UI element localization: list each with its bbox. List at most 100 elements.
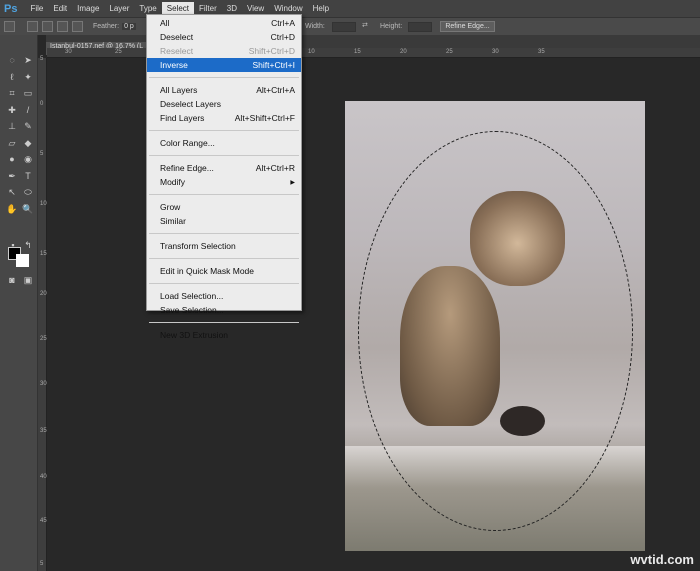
menu-separator xyxy=(149,316,299,323)
pen-icon[interactable]: ✒ xyxy=(6,171,18,181)
hand-icon[interactable]: ✋ xyxy=(6,204,18,214)
magic-wand-icon[interactable]: ✦ xyxy=(22,72,34,82)
zoom-icon[interactable]: 🔍 xyxy=(22,204,34,214)
brush-icon[interactable]: / xyxy=(22,105,34,115)
marquee-icon[interactable]: ◌ xyxy=(6,55,18,65)
menu-item-label: Similar xyxy=(160,216,186,226)
vertical-ruler[interactable]: 5 0 5 10 15 20 25 30 35 40 45 5 xyxy=(38,56,47,571)
menu-item-shortcut: Ctrl+D xyxy=(270,32,295,42)
menu-item-all[interactable]: All Ctrl+A xyxy=(147,16,301,30)
menu-item-refine-edge[interactable]: Refine Edge... Alt+Ctrl+R xyxy=(147,161,301,175)
menu-item-label: Modify xyxy=(160,177,186,187)
menu-item-label: Deselect xyxy=(160,32,194,42)
horizontal-ruler[interactable]: 3025505101520253035 xyxy=(47,48,700,58)
menu-separator xyxy=(149,124,299,131)
path-select-icon[interactable]: ↖ xyxy=(6,187,18,197)
subtract-selection-button[interactable] xyxy=(57,21,68,32)
lasso-icon[interactable]: ℓ xyxy=(6,72,18,82)
menu-item-inverse[interactable]: Inverse Shift+Ctrl+I xyxy=(147,58,301,72)
ruler-tick-label: 45 xyxy=(40,518,47,524)
swap-colors-icon[interactable]: ↰ xyxy=(22,240,34,250)
ruler-tick-label: 40 xyxy=(40,474,47,480)
menu-item-shortcut: Alt+Shift+Ctrl+F xyxy=(234,113,295,123)
screen-mode-icon[interactable]: ▣ xyxy=(22,275,34,285)
blur-icon[interactable]: ● xyxy=(6,154,18,164)
menu-item-label: Transform Selection xyxy=(160,241,236,251)
move-icon[interactable]: ➤ xyxy=(22,55,34,65)
menu-item-shortcut: Ctrl+A xyxy=(271,18,295,28)
menu-item-modify[interactable]: Modify ▶ xyxy=(147,175,301,189)
menu-file[interactable]: File xyxy=(25,2,48,15)
stamp-icon[interactable]: ⊥ xyxy=(6,121,18,131)
ruler-tick-label: 15 xyxy=(354,49,361,55)
intersect-selection-button[interactable] xyxy=(72,21,83,32)
ruler-tick-label: 25 xyxy=(40,336,47,342)
feather-label: Feather: xyxy=(93,23,120,30)
cat-photo-canvas[interactable] xyxy=(345,101,645,551)
height-input[interactable] xyxy=(408,21,432,32)
menu-item-deselect-layers[interactable]: Deselect Layers xyxy=(147,97,301,111)
height-label: Height: xyxy=(380,23,403,30)
new-selection-button[interactable] xyxy=(27,21,38,32)
menu-layer[interactable]: Layer xyxy=(104,2,134,15)
elliptical-selection-marquee xyxy=(358,131,633,531)
menu-item-find-layers[interactable]: Find Layers Alt+Shift+Ctrl+F xyxy=(147,111,301,125)
feather-input[interactable]: 0 p xyxy=(122,23,136,30)
document-tab-bar: Istanbul-0157.nef @ 16.7% (L xyxy=(46,35,700,55)
refine-edge-button[interactable]: Refine Edge... xyxy=(440,21,495,32)
ruler-tick-label: 25 xyxy=(115,49,122,55)
menu-item-shortcut: Alt+Ctrl+R xyxy=(255,163,295,173)
eraser-icon[interactable]: ▱ xyxy=(6,138,18,148)
type-icon[interactable]: T xyxy=(22,171,34,181)
history-brush-icon[interactable]: ✎ xyxy=(22,121,34,131)
menu-item-save-selection[interactable]: Save Selection... xyxy=(147,303,301,317)
ruler-icon[interactable]: ▭ xyxy=(22,88,34,98)
menu-item-edit-in-quick-mask-mode[interactable]: Edit in Quick Mask Mode xyxy=(147,264,301,278)
menu-item-new-3d-extrusion[interactable]: New 3D Extrusion xyxy=(147,328,301,342)
menu-item-all-layers[interactable]: All Layers Alt+Ctrl+A xyxy=(147,83,301,97)
menu-item-label: New 3D Extrusion xyxy=(160,330,229,340)
paint-bucket-icon[interactable]: ◆ xyxy=(22,138,34,148)
submenu-arrow-icon: ▶ xyxy=(290,179,295,186)
ruler-tick-label: 5 xyxy=(40,151,44,157)
menu-item-reselect[interactable]: Reselect Shift+Ctrl+D xyxy=(147,44,301,58)
quick-mask-icon[interactable]: ◙ xyxy=(6,275,18,285)
photoshop-logo: Ps xyxy=(4,2,18,15)
menu-help[interactable]: Help xyxy=(308,2,334,15)
menu-item-grow[interactable]: Grow xyxy=(147,200,301,214)
watermark: wvtid.com xyxy=(630,552,694,567)
menu-edit[interactable]: Edit xyxy=(48,2,72,15)
menu-item-label: Color Range... xyxy=(160,138,215,148)
menu-separator xyxy=(149,227,299,234)
width-input[interactable] xyxy=(332,21,356,32)
swap-icon[interactable]: ⇄ xyxy=(362,21,368,29)
width-label: Width: xyxy=(305,23,325,30)
crop-icon[interactable]: ⌗ xyxy=(6,88,18,98)
menu-item-label: Find Layers xyxy=(160,113,205,123)
healing-icon[interactable]: ✚ xyxy=(6,105,18,115)
ruler-tick-label: 0 xyxy=(40,101,44,107)
ruler-tick-label: 35 xyxy=(538,49,545,55)
background-color-swatch[interactable] xyxy=(16,254,29,267)
menu-item-label: Load Selection... xyxy=(160,291,224,301)
ruler-tick-label: 30 xyxy=(40,381,47,387)
menu-item-deselect[interactable]: Deselect Ctrl+D xyxy=(147,30,301,44)
menu-image[interactable]: Image xyxy=(72,2,104,15)
menu-bar: Ps File Edit Image Layer Type Select Filter 3D V… xyxy=(0,0,700,17)
menu-item-load-selection[interactable]: Load Selection... xyxy=(147,289,301,303)
add-selection-button[interactable] xyxy=(42,21,53,32)
dodge-icon[interactable]: ◉ xyxy=(22,154,34,164)
marquee-preset-icon[interactable] xyxy=(4,21,15,32)
menu-item-label: All xyxy=(160,18,170,28)
menu-separator xyxy=(149,277,299,284)
menu-item-transform-selection[interactable]: Transform Selection xyxy=(147,239,301,253)
menu-item-shortcut: Shift+Ctrl+I xyxy=(252,60,295,70)
menu-item-similar[interactable]: Similar xyxy=(147,214,301,228)
ruler-tick-label: 20 xyxy=(40,291,47,297)
menu-item-color-range[interactable]: Color Range... xyxy=(147,136,301,150)
ellipse-shape-icon[interactable]: ⬭ xyxy=(22,187,34,197)
default-colors-icon[interactable]: ▪ xyxy=(7,240,19,250)
menu-item-shortcut: Alt+Ctrl+A xyxy=(256,85,295,95)
menu-item-label: Grow xyxy=(160,202,181,212)
tools-panel: ▪ ↰ ◙ ▣ ◌ ➤ ℓ ✦ ⌗ ▭ ✚ / ⊥ ✎ ▱ ◆ ● ◉ ✒ T ↖ ⬭ ✋ 🔍 xyxy=(0,35,38,571)
